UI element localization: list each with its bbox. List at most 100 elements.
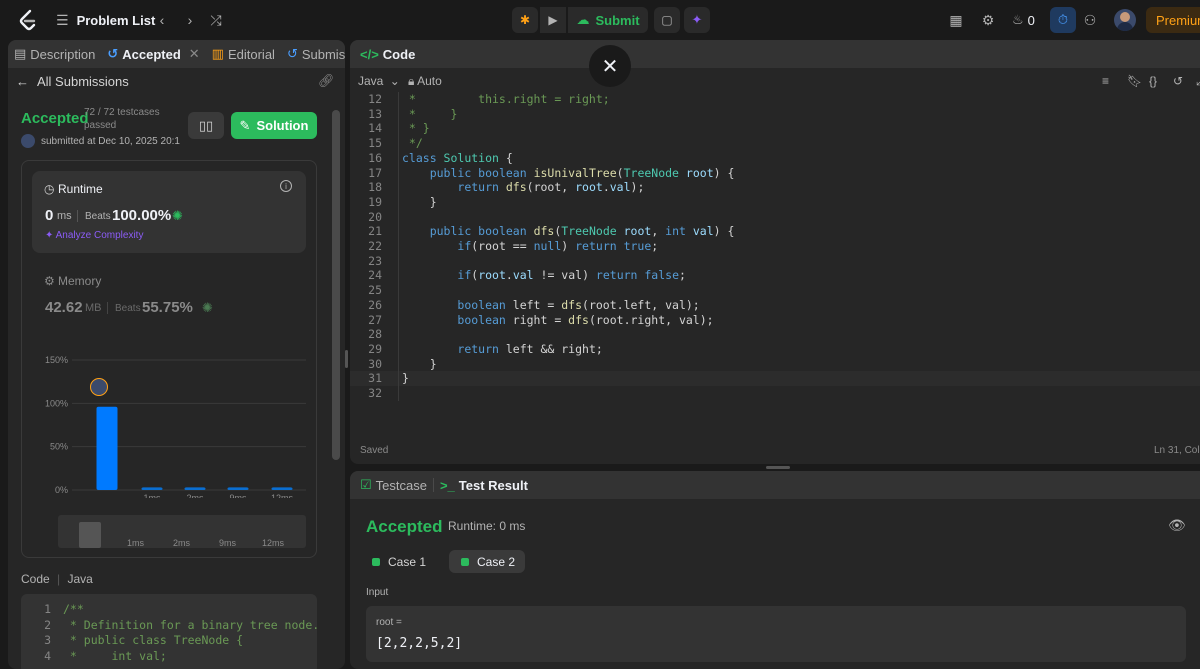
runtime-card[interactable]: ◷ Runtime i 0 ms Beats 100.00% ✺ ✦ Analy… <box>32 171 306 253</box>
bug-icon: ✱ <box>519 13 531 27</box>
tab-description[interactable]: ▤ Description <box>8 40 101 68</box>
memory-unit: MB <box>85 302 102 314</box>
submitter-avatar <box>21 134 35 148</box>
line-number: 24 <box>368 268 382 283</box>
editorial-book-button[interactable]: ▯▯ <box>188 112 224 139</box>
close-overlay-button[interactable]: ✕ <box>589 45 631 87</box>
case-2-tab[interactable]: Case 2 <box>449 550 525 573</box>
code-line[interactable]: 28 <box>350 327 1200 342</box>
run-button[interactable]: ▶ <box>540 7 566 33</box>
horizontal-splitter[interactable] <box>766 466 790 469</box>
code-section-label: Code | Java <box>21 572 93 586</box>
mini-tick: 1ms <box>127 538 145 548</box>
terminal-icon: >_ <box>439 477 455 493</box>
range-handle[interactable] <box>79 522 101 548</box>
line-number: 18 <box>368 180 382 195</box>
link-icon[interactable]: 🔗︎ <box>318 73 335 89</box>
line-number: 30 <box>368 356 382 371</box>
all-submissions-link[interactable]: ← All Submissions <box>16 72 129 90</box>
code-text: boolean right = dfs(root.right, val); <box>457 312 714 327</box>
timer-button[interactable]: ⏱ <box>1050 7 1076 33</box>
code-line[interactable]: 17 public boolean isUnivalTree(TreeNode … <box>350 166 1200 181</box>
auto-mode-toggle[interactable]: 🔒︎ Auto <box>408 74 442 89</box>
next-problem-icon[interactable]: › <box>180 10 200 30</box>
top-navbar: ☰ Problem List ‹ › ⤮ ✱ ▶ ☁ Submit ▢ ✦ ▦ … <box>0 0 1200 40</box>
code-line[interactable]: 22 if(root == null) return true; <box>350 239 1200 254</box>
code-brackets-icon: </> <box>360 46 379 62</box>
leetcode-logo-icon[interactable] <box>16 8 40 32</box>
code-line[interactable]: 20 <box>350 210 1200 225</box>
reset-icon[interactable]: ↺ <box>1173 74 1183 88</box>
close-tab-icon[interactable]: ✕ <box>189 46 200 62</box>
code-line[interactable]: 19 } <box>350 195 1200 210</box>
prev-problem-icon[interactable]: ‹ <box>152 10 172 30</box>
submit-button[interactable]: ☁ Submit <box>568 7 648 33</box>
notes-button[interactable]: ▢ <box>654 7 680 33</box>
tab-accepted[interactable]: ↺ Accepted ✕ <box>101 40 205 68</box>
code-line[interactable]: 30 } <box>350 357 1200 372</box>
code-line[interactable]: 16 class Solution { <box>350 151 1200 166</box>
input-label: Input <box>366 587 389 598</box>
submitted-code-block: 1 /** 2 * Definition for a binary tree nod… <box>21 594 319 669</box>
format-icon[interactable]: ≡ <box>1102 74 1109 88</box>
line-number: 19 <box>368 194 382 209</box>
problem-list-link[interactable]: ☰ Problem List <box>56 0 155 40</box>
line-number: 16 <box>368 150 382 165</box>
line-number: 28 <box>368 327 382 342</box>
code-line[interactable]: 15 */ <box>350 136 1200 151</box>
gear-icon[interactable]: ⚙ <box>978 10 998 30</box>
code-line[interactable]: 21 public boolean dfs(TreeNode root, int… <box>350 224 1200 239</box>
code-line[interactable]: 23 <box>350 254 1200 269</box>
premium-button[interactable]: Premium <box>1146 7 1200 33</box>
chart-bar[interactable] <box>141 487 163 490</box>
expand-icon[interactable]: ⤢ <box>1196 74 1200 89</box>
code-line[interactable]: 31} <box>350 371 1200 387</box>
chart-bar[interactable] <box>271 487 293 490</box>
language-select[interactable]: Java ⌄ <box>358 74 400 88</box>
chart-bar[interactable] <box>227 487 249 490</box>
tab-testcase[interactable]: ☑ Testcase <box>350 471 433 499</box>
info-icon[interactable]: i <box>280 180 292 192</box>
code-line[interactable]: 25 <box>350 283 1200 298</box>
code-editor[interactable]: 12 * this.right = right; 13 * } 14 * } 15 *… <box>350 92 1200 402</box>
runtime-distribution-chart[interactable]: 150% 100% 50% 0% 1ms 2ms 9ms 12ms <box>32 348 306 498</box>
memory-section[interactable]: ⚙ Memory 42.62 MB Beats 55.75% ✺ <box>32 265 306 325</box>
solution-button[interactable]: ✎ Solution <box>231 112 317 139</box>
input-box: root = [2,2,2,5,2] <box>366 606 1186 662</box>
case-1-tab[interactable]: Case 1 <box>372 550 426 573</box>
code-line[interactable]: 27 boolean right = dfs(root.right, val); <box>350 313 1200 328</box>
streak-counter[interactable]: ♨ 0 <box>1012 0 1035 40</box>
saved-status: Saved <box>360 445 389 456</box>
eye-icon[interactable]: 👁︎ <box>1168 517 1186 534</box>
bookmark-icon[interactable]: 🔖︎ <box>1127 74 1142 88</box>
code-line[interactable]: 14 * } <box>350 121 1200 136</box>
code-line[interactable]: 24 if(root.val != val) return false; <box>350 268 1200 283</box>
tab-editorial[interactable]: ▥ Editorial <box>206 40 281 68</box>
shuffle-icon[interactable]: ⤮ <box>206 10 226 30</box>
layout-icon[interactable]: ▦ <box>946 10 966 30</box>
ai-assist-button[interactable]: ✦ <box>684 7 710 33</box>
code-line[interactable]: 29 return left && right; <box>350 342 1200 357</box>
history-icon: ↺ <box>107 46 119 61</box>
add-friend-icon[interactable]: ⚇ <box>1080 10 1100 30</box>
code-line[interactable]: 32 <box>350 386 1200 401</box>
code-line[interactable]: 26 boolean left = dfs(root.left, val); <box>350 298 1200 313</box>
tab-code[interactable]: </> Code <box>350 40 421 68</box>
runtime-beats-value: 100.00% <box>112 207 172 224</box>
code-line[interactable]: 18 return dfs(root, root.val); <box>350 180 1200 195</box>
vertical-splitter[interactable] <box>345 350 348 368</box>
avatar[interactable] <box>1114 9 1136 31</box>
line-number: 17 <box>368 165 382 180</box>
code-line[interactable]: 12 * this.right = right; <box>350 92 1200 107</box>
analyze-complexity-link[interactable]: ✦ Analyze Complexity <box>45 230 143 241</box>
tab-submissions[interactable]: ↺ Submiss <box>281 40 345 68</box>
debug-button[interactable]: ✱ <box>512 7 538 33</box>
memory-beats-label: Beats <box>115 303 141 314</box>
x-tick-label: 9ms <box>229 493 247 498</box>
tab-test-result[interactable]: >_ Test Result <box>434 471 534 499</box>
code-line[interactable]: 13 * } <box>350 107 1200 122</box>
chart-bar[interactable] <box>96 406 118 490</box>
left-scrollbar[interactable] <box>332 110 340 460</box>
braces-icon[interactable]: {} <box>1149 74 1157 88</box>
chart-bar[interactable] <box>184 487 206 490</box>
